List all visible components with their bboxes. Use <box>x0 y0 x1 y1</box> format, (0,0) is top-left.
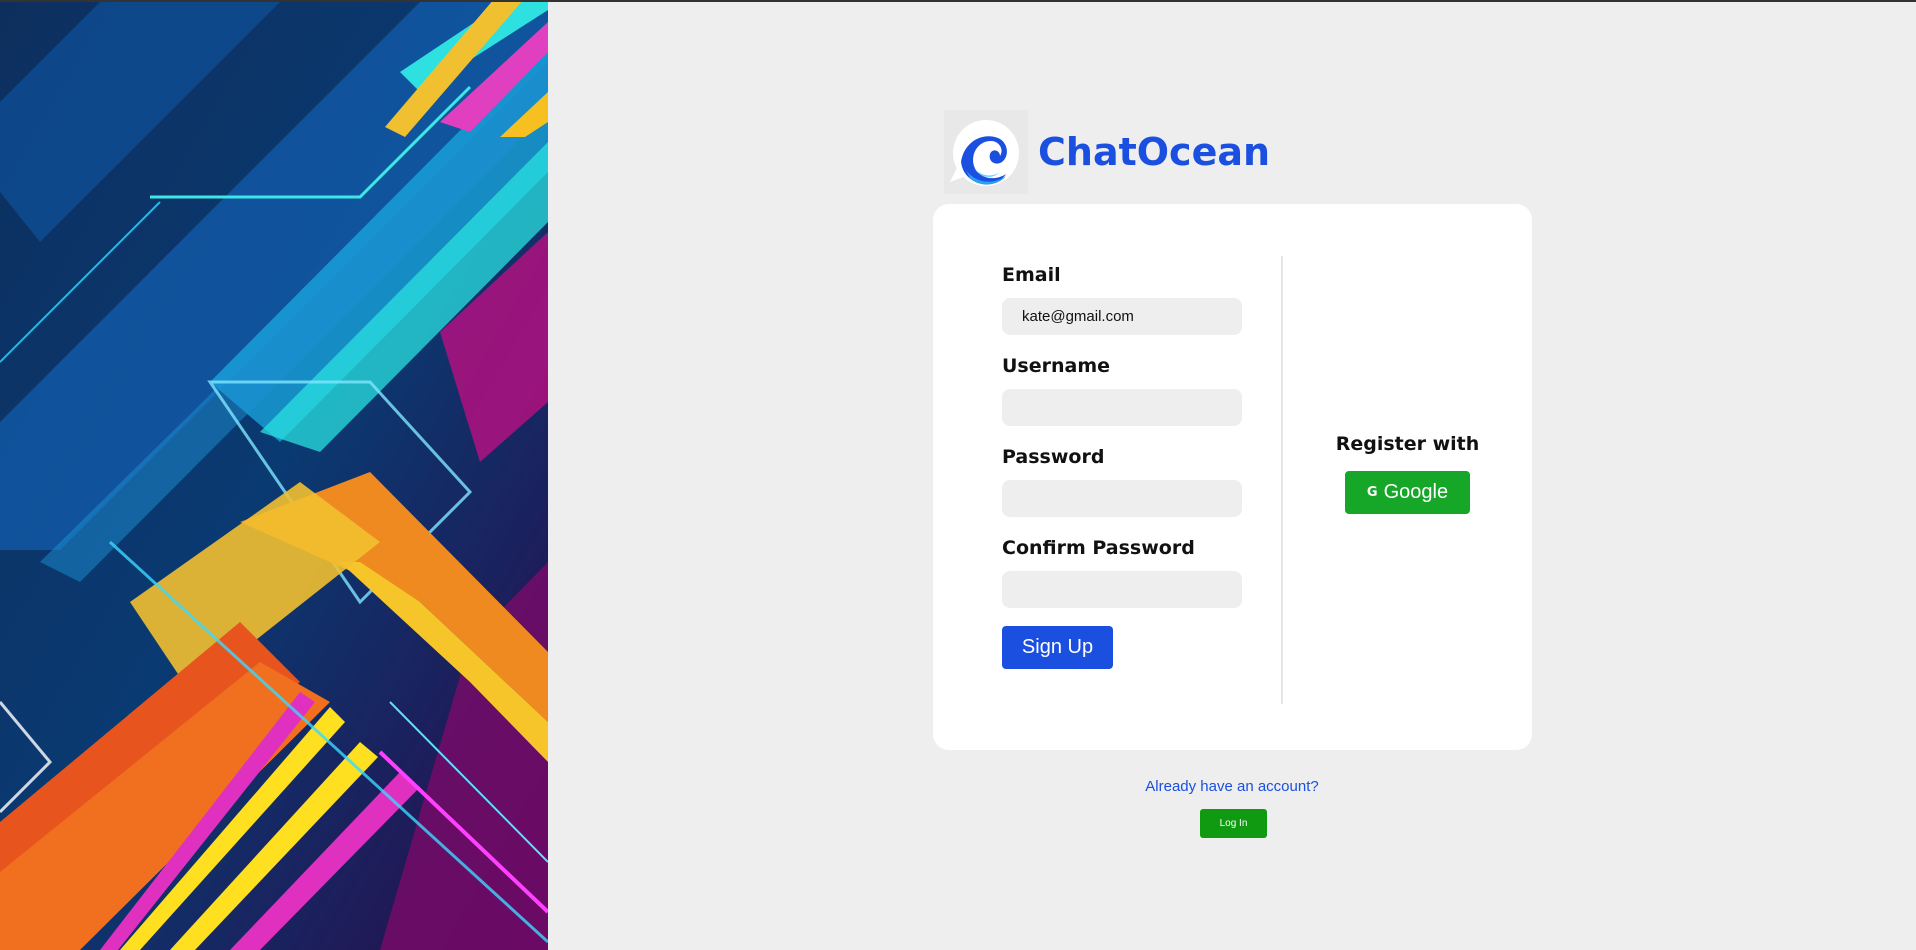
confirm-password-field[interactable] <box>1002 571 1242 608</box>
sign-up-button[interactable]: Sign Up <box>1002 626 1113 669</box>
google-register-button[interactable]: G Google <box>1345 470 1470 514</box>
email-field[interactable] <box>1002 298 1242 335</box>
register-with-heading: Register with <box>1335 432 1480 455</box>
password-field[interactable] <box>1002 480 1242 517</box>
decorative-background-art <box>0 2 548 950</box>
google-g-icon: G <box>1366 484 1378 500</box>
main-area: ChatOcean Email Username Password Confir… <box>548 2 1916 950</box>
social-register-panel: Register with G Google <box>1283 204 1532 750</box>
already-have-account-link[interactable]: Already have an account? <box>1087 778 1377 795</box>
username-label: Username <box>1002 355 1111 377</box>
email-label: Email <box>1002 264 1061 286</box>
password-label: Password <box>1002 446 1105 468</box>
username-field[interactable] <box>1002 389 1242 426</box>
google-button-label: Google <box>1383 480 1449 503</box>
log-in-button[interactable]: Log In <box>1200 809 1267 838</box>
brand-header: ChatOcean <box>944 110 1270 194</box>
signup-card: Email Username Password Confirm Password… <box>933 204 1532 750</box>
app-title: ChatOcean <box>1038 130 1271 174</box>
chatocean-logo-icon <box>944 110 1028 194</box>
signup-form: Email Username Password Confirm Password… <box>1002 262 1242 669</box>
confirm-password-label: Confirm Password <box>1002 537 1195 559</box>
